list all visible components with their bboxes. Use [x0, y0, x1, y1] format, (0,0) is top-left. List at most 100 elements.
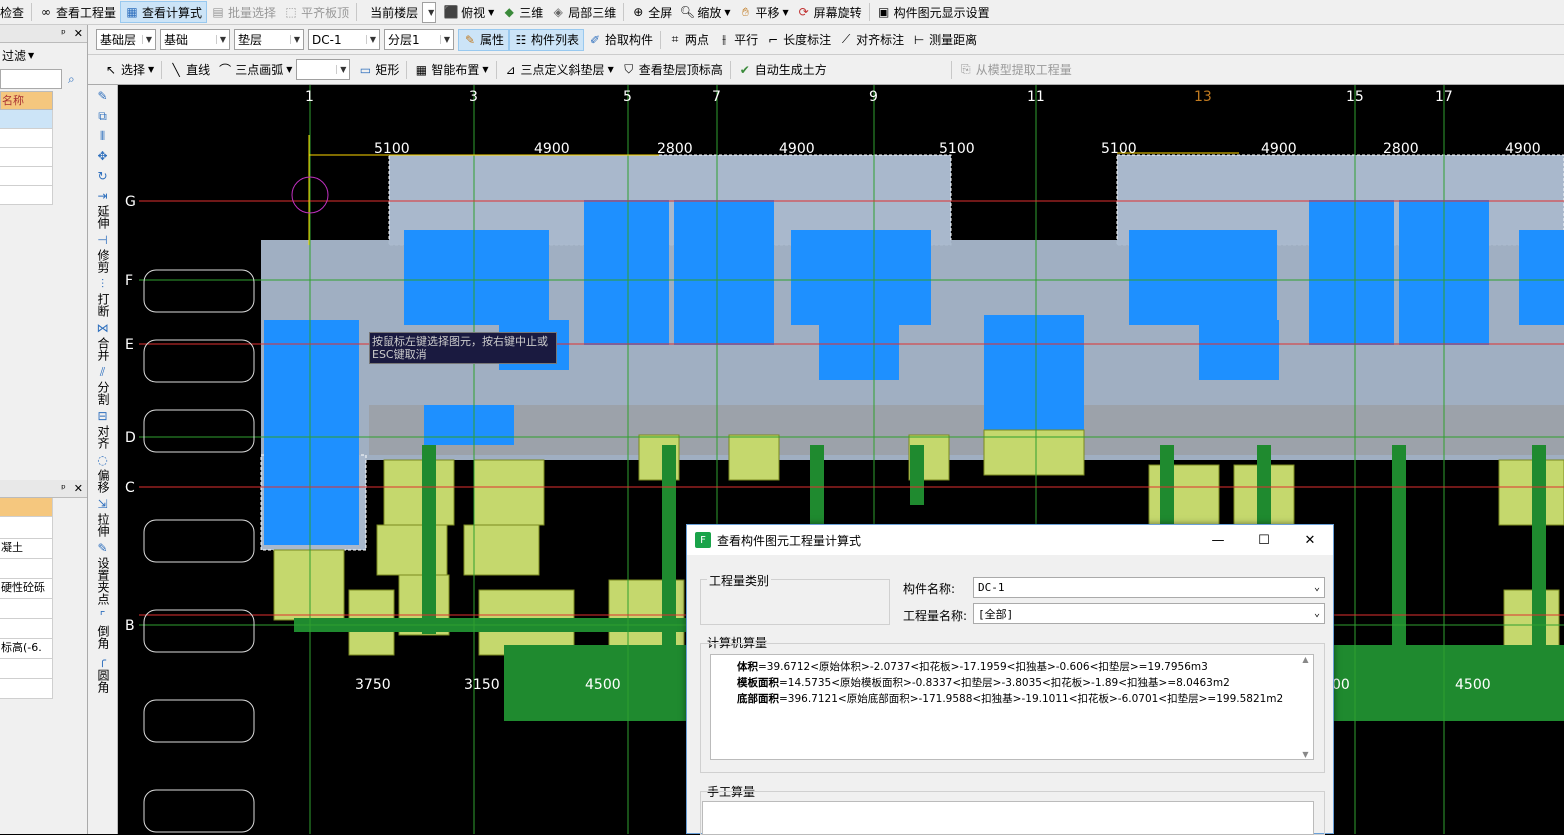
arc-mode-select[interactable]: ▼: [296, 59, 351, 80]
cube-icon: ⬛: [443, 5, 459, 19]
rectangle-icon: ▭: [359, 62, 372, 77]
prop-row[interactable]: [0, 619, 53, 639]
pin-icon[interactable]: ᵖ: [61, 27, 66, 40]
close-icon[interactable]: ✕: [74, 482, 83, 495]
select-button[interactable]: ↖ 选择 ▼: [100, 59, 158, 81]
smart-layout-button[interactable]: ▦ 智能布置 ▼: [410, 59, 492, 81]
trim-tool[interactable]: ⊣ 修剪: [88, 233, 117, 273]
list-item[interactable]: [0, 129, 53, 148]
svg-text:3: 3: [469, 89, 478, 105]
category-select[interactable]: 基础 ▼: [160, 29, 230, 50]
view-formula-button[interactable]: ▦ 查看计算式: [120, 1, 208, 23]
svg-text:D: D: [125, 430, 136, 446]
rotate-tool[interactable]: ↻: [88, 169, 117, 185]
component-name-select[interactable]: DC-1 ⌄: [973, 577, 1325, 598]
scrollbar[interactable]: ▲ ▼: [1298, 655, 1313, 759]
parallel-dim-button[interactable]: ⫲ 平行: [713, 29, 762, 51]
separator: [660, 30, 662, 49]
extend-tool[interactable]: ⇥ 延伸: [88, 189, 117, 229]
list-item[interactable]: [0, 186, 53, 205]
batch-select-button[interactable]: ▤ 批量选择: [207, 1, 280, 23]
local-3d-button[interactable]: ◈ 局部三维: [547, 1, 620, 23]
manual-input[interactable]: [702, 801, 1314, 835]
line-button[interactable]: ╲ 直线: [165, 59, 214, 81]
maximize-button[interactable]: ☐: [1241, 533, 1287, 548]
component-select[interactable]: DC-1 ▼: [308, 29, 380, 50]
mirror-tool[interactable]: ⫴: [88, 129, 117, 145]
measure-distance-button[interactable]: ⊢ 测量距离: [908, 29, 981, 51]
separator: [950, 60, 952, 79]
extract-quantity-button[interactable]: ⎘ 从模型提取工程量: [955, 59, 1076, 81]
check-button[interactable]: 检查: [0, 1, 28, 23]
floor-dropdown[interactable]: ▼: [422, 1, 437, 23]
prop-row[interactable]: [0, 659, 53, 679]
current-floor-button[interactable]: 当前楼层: [366, 1, 422, 23]
prop-row[interactable]: 硬性砼砾: [0, 579, 53, 599]
scroll-down-icon[interactable]: ▼: [1302, 750, 1308, 759]
auto-earthwork-button[interactable]: ✔ 自动生成土方: [734, 59, 831, 81]
set-grip-tool[interactable]: ✎ 设置夹点: [88, 541, 117, 605]
prop-row[interactable]: 凝土: [0, 539, 53, 559]
3d-view-button[interactable]: ◆ 三维: [498, 1, 547, 23]
close-icon[interactable]: ✕: [74, 27, 83, 40]
svg-text:7: 7: [712, 89, 721, 105]
quantity-name-select[interactable]: [全部] ⌄: [973, 603, 1325, 624]
pencil-tool[interactable]: ✎: [88, 89, 117, 105]
component-list-button[interactable]: ☷ 构件列表: [509, 28, 585, 51]
minimize-button[interactable]: —: [1195, 533, 1241, 548]
rotate-screen-button[interactable]: ⟳ 屏幕旋转: [793, 1, 866, 23]
pin-icon[interactable]: ᵖ: [61, 482, 66, 495]
list-item[interactable]: [0, 148, 53, 167]
layer-select[interactable]: 分层1 ▼: [384, 29, 454, 50]
fullscreen-button[interactable]: ⊕ 全屏: [627, 1, 676, 23]
list-item[interactable]: [0, 110, 53, 129]
chamfer-tool[interactable]: ⌜ 倒角: [88, 609, 117, 649]
svg-text:3150: 3150: [464, 677, 500, 693]
svg-text:4900: 4900: [534, 141, 570, 157]
stretch-tool[interactable]: ⇲ 拉伸: [88, 497, 117, 537]
length-dim-button[interactable]: ⌐ 长度标注: [762, 29, 835, 51]
align-tool[interactable]: ⊟ 对齐: [88, 409, 117, 449]
properties-button[interactable]: ✎ 属性: [458, 28, 510, 51]
merge-tool[interactable]: ⋈ 合并: [88, 321, 117, 361]
align-slab-top-button[interactable]: ⬚ 平齐板顶: [280, 1, 353, 23]
slope-layer-button[interactable]: ⊿ 三点定义斜垫层 ▼: [500, 59, 618, 81]
type-select[interactable]: 垫层 ▼: [234, 29, 304, 50]
two-point-dim-button[interactable]: ⌗ 两点: [664, 29, 713, 51]
list-item[interactable]: [0, 167, 53, 186]
prop-row[interactable]: 标高(-6.: [0, 639, 53, 659]
check-top-elevation-button[interactable]: ⛉ 查看垫层顶标高: [618, 59, 727, 81]
magnifier-icon: 🔍︎: [679, 5, 695, 19]
floor-select[interactable]: 基础层 ▼: [96, 29, 156, 50]
prop-row[interactable]: [0, 559, 53, 579]
prop-row[interactable]: [0, 517, 53, 539]
pad-region: [369, 405, 1564, 455]
search-input[interactable]: [0, 69, 62, 89]
display-settings-button[interactable]: ▣ 构件图元显示设置: [873, 1, 994, 23]
zoom-button[interactable]: 🔍︎ 缩放 ▼: [676, 1, 734, 23]
prop-row[interactable]: [0, 679, 53, 699]
fillet-icon: ╭: [98, 652, 107, 667]
svg-text:3750: 3750: [355, 677, 391, 693]
copy-tool[interactable]: ⧉: [88, 109, 117, 125]
fillet-tool[interactable]: ╭ 圆角: [88, 653, 117, 693]
move-tool[interactable]: ✥: [88, 149, 117, 165]
computed-formula-box[interactable]: 体积=39.6712<原始体积>-2.0737<扣花板>-17.1959<扣独基…: [710, 654, 1314, 760]
svg-text:B: B: [125, 618, 135, 634]
arc-button[interactable]: ⌒ 三点画弧 ▼: [214, 59, 296, 81]
split-tool[interactable]: ⫽ 分割: [88, 365, 117, 405]
top-view-button[interactable]: ⬛ 俯视 ▼: [440, 1, 498, 23]
search-icon[interactable]: ⌕: [68, 72, 75, 87]
svg-text:C: C: [125, 480, 135, 496]
break-tool[interactable]: ⫶ 打断: [88, 277, 117, 317]
rectangle-button[interactable]: ▭ 矩形: [354, 59, 403, 81]
view-quantity-button[interactable]: ∞ 查看工程量: [35, 1, 120, 23]
pick-component-button[interactable]: ✐ 拾取构件: [584, 29, 657, 51]
aligned-dim-button[interactable]: ⟋ 对齐标注: [835, 29, 908, 51]
filter-button[interactable]: 过滤: [2, 47, 26, 64]
close-button[interactable]: ✕: [1287, 533, 1333, 548]
offset-tool[interactable]: ◌ 偏移: [88, 453, 117, 493]
prop-row[interactable]: [0, 599, 53, 619]
scroll-up-icon[interactable]: ▲: [1302, 655, 1308, 664]
pan-button[interactable]: ✋︎ 平移 ▼: [734, 1, 792, 23]
